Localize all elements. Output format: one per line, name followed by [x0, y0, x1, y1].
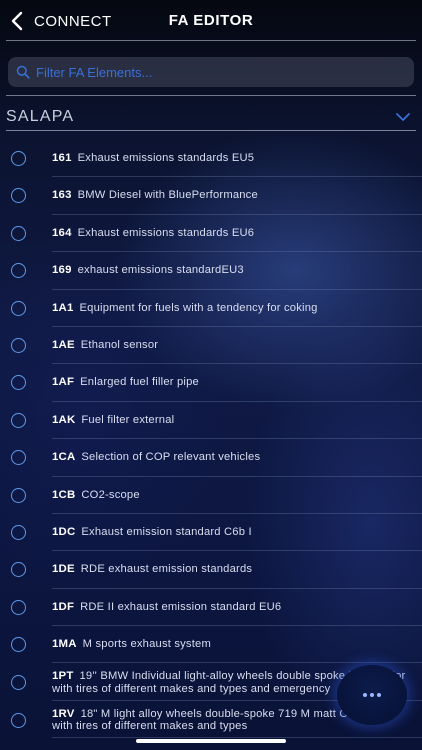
list-item-text: 1MA M sports exhaust system — [52, 638, 410, 651]
item-code: 1AF — [52, 376, 75, 389]
item-code: 1CA — [52, 451, 76, 464]
list-item-text: 1AK Fuel filter external — [52, 414, 410, 427]
radio-button[interactable] — [11, 188, 26, 204]
list-item[interactable]: 163 BMW Diesel with BluePerformance — [0, 177, 422, 215]
item-description: Selection of COP relevant vehicles — [81, 451, 261, 464]
list-item[interactable]: 1CB CO2-scope — [0, 477, 422, 514]
list-item[interactable]: 1DE RDE exhaust emission standards — [0, 551, 422, 589]
list-item-text: 1DF RDE II exhaust emission standard EU6 — [52, 601, 410, 614]
item-description: RDE II exhaust emission standard EU6 — [80, 600, 282, 613]
fa-element-list: 161 Exhaust emissions standards EU5 163 BM… — [0, 140, 422, 739]
item-description: Ethanol sensor — [80, 338, 159, 351]
item-description: BMW Diesel with BluePerformance — [77, 189, 258, 202]
radio-button[interactable] — [11, 599, 26, 615]
list-item[interactable]: 1A1 Equipment for fuels with a tendency f… — [0, 290, 422, 327]
list-item[interactable]: 1DF RDE II exhaust emission standard EU6 — [0, 589, 422, 627]
search-input[interactable] — [36, 64, 414, 80]
divider — [6, 130, 416, 131]
radio-button[interactable] — [11, 300, 26, 316]
list-item-text: 1CA Selection of COP relevant vehicles — [52, 451, 410, 464]
list-item-text: 163 BMW Diesel with BluePerformance — [52, 189, 410, 202]
page-title: FA EDITOR — [168, 12, 254, 29]
radio-button[interactable] — [11, 524, 26, 540]
vehicle-option-dropdown[interactable]: SALAPA — [0, 100, 422, 130]
item-code: 1AE — [52, 338, 75, 351]
item-code: 164 — [52, 226, 72, 239]
radio-button[interactable] — [11, 562, 26, 578]
search-icon — [16, 65, 30, 79]
search-bar[interactable] — [8, 57, 414, 87]
item-code: 1DE — [52, 563, 75, 576]
list-item[interactable]: 1CA Selection of COP relevant vehicles — [0, 439, 422, 477]
list-item-text: 1A1 Equipment for fuels with a tendency f… — [52, 302, 410, 315]
radio-button[interactable] — [11, 675, 26, 691]
divider — [6, 40, 416, 41]
item-code: 1AK — [52, 413, 76, 426]
item-code: 1A1 — [52, 301, 74, 314]
radio-button[interactable] — [11, 225, 26, 241]
radio-button[interactable] — [11, 375, 26, 391]
item-description: RDE exhaust emission standards — [80, 563, 253, 576]
list-item-text: 169 exhaust emissions standardEU3 — [52, 264, 410, 277]
item-code: 1DC — [52, 525, 76, 538]
item-description: M sports exhaust system — [82, 638, 211, 651]
home-indicator[interactable] — [136, 739, 286, 743]
radio-button[interactable] — [11, 637, 26, 653]
radio-button[interactable] — [11, 712, 26, 728]
item-code: 1DF — [52, 600, 75, 613]
item-code: 1CB — [52, 488, 76, 501]
list-item[interactable]: 1MA M sports exhaust system — [0, 626, 422, 664]
list-item-text: 1DE RDE exhaust emission standards — [52, 563, 410, 576]
radio-button[interactable] — [11, 487, 26, 503]
list-item[interactable]: 1AF Enlarged fuel filler pipe — [0, 364, 422, 402]
item-description: Exhaust emissions standards EU6 — [77, 226, 255, 239]
radio-button[interactable] — [11, 151, 26, 166]
item-code: 1MA — [52, 638, 77, 651]
item-code: 169 — [52, 264, 72, 277]
list-item[interactable]: 1DC Exhaust emission standard C6b I — [0, 514, 422, 552]
item-description: Exhaust emission standard C6b I — [81, 525, 252, 538]
list-item-text: 1AF Enlarged fuel filler pipe — [52, 376, 410, 389]
divider — [6, 95, 416, 96]
list-item[interactable]: 1AK Fuel filter external — [0, 402, 422, 440]
item-code: 1RV — [52, 707, 75, 720]
dropdown-selected-value: SALAPA — [6, 108, 75, 125]
radio-button[interactable] — [11, 412, 26, 428]
item-description: CO2-scope — [81, 488, 140, 501]
chevron-down-icon — [396, 113, 410, 121]
item-description: Exhaust emissions standards EU5 — [77, 152, 255, 164]
list-item[interactable]: 1AE Ethanol sensor — [0, 327, 422, 365]
radio-button[interactable] — [11, 450, 26, 466]
list-item-text: 164 Exhaust emissions standards EU6 — [52, 227, 410, 240]
list-item[interactable]: 164 Exhaust emissions standards EU6 — [0, 215, 422, 253]
list-item-text: 1CB CO2-scope — [52, 489, 410, 502]
item-code: 1PT — [52, 670, 74, 683]
item-description: Enlarged fuel filler pipe — [80, 376, 199, 389]
list-item[interactable]: 161 Exhaust emissions standards EU5 — [0, 140, 422, 178]
more-actions-button[interactable] — [337, 665, 407, 725]
list-item[interactable]: 169 exhaust emissions standardEU3 — [0, 252, 422, 290]
radio-button[interactable] — [11, 263, 26, 279]
nav-bar: CONNECT FA EDITOR — [0, 0, 422, 40]
radio-button[interactable] — [11, 337, 26, 353]
list-item-text: 1AE Ethanol sensor — [52, 339, 410, 352]
item-description: Fuel filter external — [81, 413, 175, 426]
list-item-text: 161 Exhaust emissions standards EU5 — [52, 152, 410, 165]
list-item-text: 1DC Exhaust emission standard C6b I — [52, 526, 410, 539]
more-dots-icon — [363, 693, 381, 697]
item-description: exhaust emissions standardEU3 — [77, 264, 244, 277]
item-code: 163 — [52, 189, 72, 202]
item-description: Equipment for fuels with a tendency for … — [79, 301, 318, 314]
item-code: 161 — [52, 152, 72, 164]
